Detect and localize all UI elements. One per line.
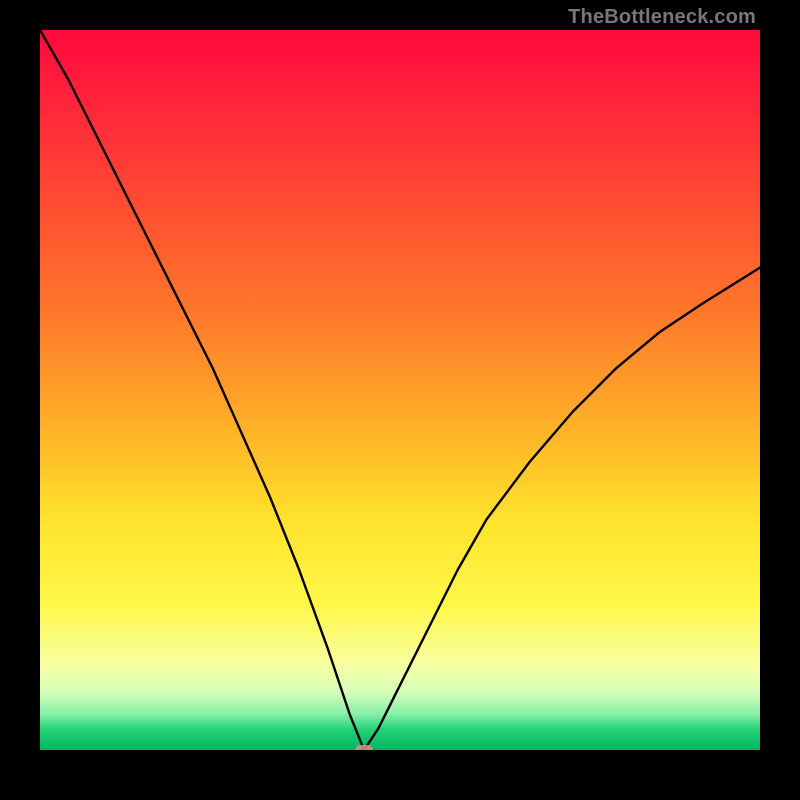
bottleneck-curve [40,30,760,750]
plot-area [40,30,760,750]
chart-frame: TheBottleneck.com [0,0,800,800]
watermark-text: TheBottleneck.com [568,6,756,29]
minimum-marker [355,745,373,750]
